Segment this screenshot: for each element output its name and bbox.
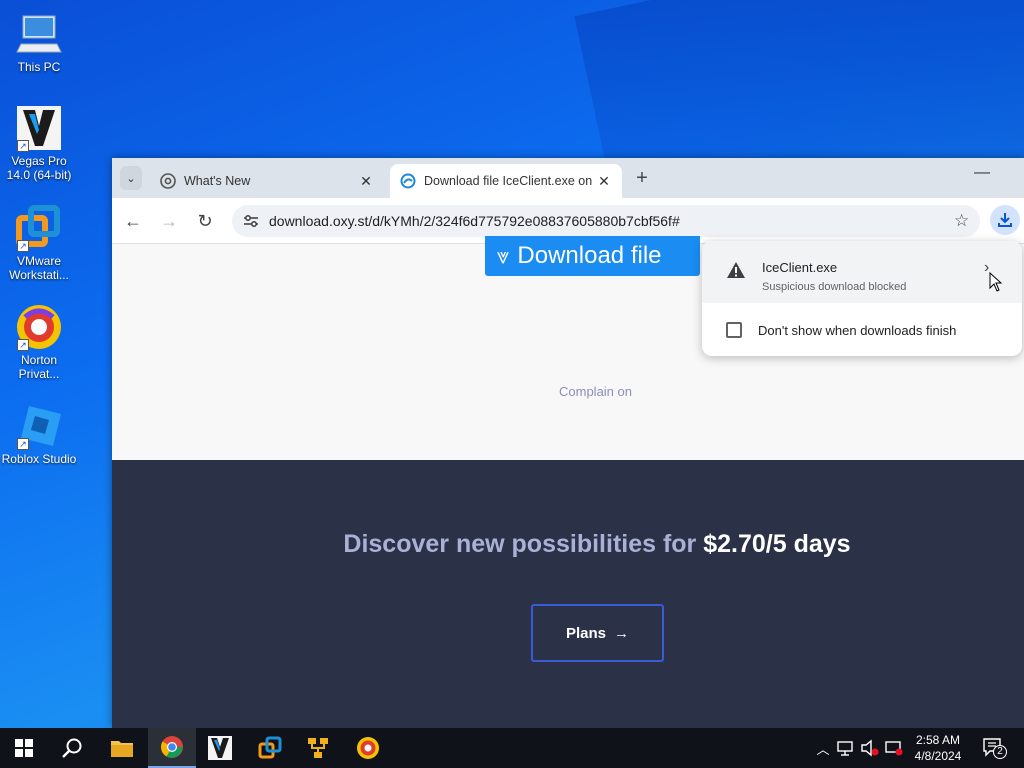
bookmark-star-icon[interactable]: ☆	[954, 211, 974, 231]
plans-button[interactable]: Plans →	[531, 604, 664, 662]
notification-count: 2	[997, 746, 1003, 757]
folder-icon	[111, 741, 133, 757]
download-icon	[998, 213, 1012, 227]
download-status: Suspicious download blocked	[762, 281, 907, 293]
desktop-icon-label: Roblox Studio	[1, 452, 77, 466]
taskbar-chrome[interactable]	[148, 728, 196, 768]
desktop-icon-norton[interactable]: ↗ Norton Privat...	[0, 303, 78, 381]
volume-muted-icon[interactable]	[860, 739, 880, 757]
plans-label: Plans	[565, 624, 607, 642]
chevron-up-icon[interactable]: ︿	[814, 739, 832, 758]
dont-show-option[interactable]: Don't show when downloads finish	[726, 322, 956, 338]
promo-heading: Discover new possibilities for $2.70/5 d…	[112, 530, 1024, 559]
computer-icon	[15, 10, 63, 58]
complain-link[interactable]: Complain on	[559, 384, 632, 399]
clock-time: 2:58 AM	[915, 733, 961, 747]
promo-price: $2.70/5 days	[703, 530, 851, 558]
new-tab-button[interactable]: +	[630, 167, 654, 190]
download-item[interactable]: IceClient.exe Suspicious download blocke…	[702, 241, 1022, 303]
desktop-icon-this-pc[interactable]: This PC	[0, 10, 78, 74]
arrow-right-icon: →	[614, 624, 630, 642]
desktop-icon-vegas-pro[interactable]: ↗ Vegas Pro 14.0 (64-bit)	[0, 104, 78, 182]
tab-strip: ⌄ What's New ✕ Download file IceClient.e…	[112, 158, 1024, 198]
download-filename: IceClient.exe	[762, 260, 838, 275]
vmware-icon	[258, 736, 282, 759]
action-center-button[interactable]: 2	[980, 736, 1008, 760]
desktop-icon-label: Norton Privat...	[18, 353, 60, 381]
tab-search-button[interactable]: ⌄	[120, 166, 142, 190]
tab-whats-new[interactable]: What's New ✕	[150, 164, 384, 198]
norton-browser-icon	[357, 737, 379, 759]
pricing-section: Discover new possibilities for $2.70/5 d…	[112, 460, 1024, 728]
desktop-icon-roblox-studio[interactable]: ↗ Roblox Studio	[0, 402, 78, 466]
taskbar-app-yellow[interactable]	[294, 728, 342, 768]
mouse-cursor-icon	[989, 272, 1003, 292]
clock-date: 4/8/2024	[914, 749, 962, 763]
taskbar: ︿ 2:58 AM 4/8/2024 2	[0, 728, 1024, 768]
desktop-icon-vmware[interactable]: ↗ VMware Workstati...	[0, 204, 78, 282]
network-app-icon	[308, 738, 328, 758]
oxy-icon	[400, 173, 416, 189]
forward-arrow-icon[interactable]: →	[158, 210, 180, 232]
dont-show-checkbox[interactable]	[726, 322, 742, 338]
taskbar-file-explorer[interactable]	[98, 728, 146, 768]
display-icon[interactable]	[884, 739, 904, 757]
vegas-pro-icon	[208, 736, 232, 760]
promo-text: Discover new possibilities for	[343, 530, 697, 558]
dont-show-label: Don't show when downloads finish	[758, 322, 957, 338]
download-file-button[interactable]: ⩔ Download file	[485, 236, 700, 276]
norton-browser-icon: ↗	[15, 303, 63, 351]
chrome-icon	[160, 173, 176, 189]
warning-icon	[727, 262, 745, 278]
downloads-button[interactable]	[990, 205, 1020, 235]
taskbar-vmware[interactable]	[246, 728, 294, 768]
url-text: download.oxy.st/d/kYMh/2/324f6d775792e08…	[269, 213, 680, 229]
tab-title: Download file IceClient.exe on	[424, 174, 593, 188]
desktop-icon-label: VMware Workstati...	[9, 254, 69, 282]
taskbar-clock[interactable]: 2:58 AM 4/8/2024	[906, 732, 970, 764]
reload-icon[interactable]: ↻	[194, 210, 216, 232]
tab-download-file[interactable]: Download file IceClient.exe on ✕	[390, 164, 622, 198]
network-icon[interactable]	[836, 739, 856, 757]
address-bar[interactable]: download.oxy.st/d/kYMh/2/324f6d775792e08…	[232, 205, 980, 237]
roblox-studio-icon: ↗	[15, 402, 63, 450]
vmware-icon: ↗	[15, 204, 63, 252]
search-button[interactable]	[48, 728, 96, 768]
site-settings-icon[interactable]	[242, 212, 260, 230]
close-icon[interactable]: ✕	[358, 173, 374, 190]
vegas-pro-icon: ↗	[15, 104, 63, 152]
back-arrow-icon[interactable]: ←	[122, 210, 144, 232]
taskbar-vegas-pro[interactable]	[196, 728, 244, 768]
download-bubble: IceClient.exe Suspicious download blocke…	[702, 241, 1022, 356]
desktop-icon-label: This PC	[17, 60, 61, 74]
download-file-label: Download file	[517, 242, 662, 269]
system-tray: ︿	[814, 728, 904, 768]
search-icon	[62, 738, 82, 758]
chrome-icon	[161, 736, 183, 758]
taskbar-norton[interactable]	[344, 728, 392, 768]
windows-logo-icon	[15, 739, 33, 757]
chevron-down-icon: ⌄	[126, 172, 136, 185]
close-icon[interactable]: ✕	[596, 173, 612, 190]
double-chevron-down-icon: ⩔	[497, 243, 510, 268]
desktop-icon-label: Vegas Pro 14.0 (64-bit)	[6, 154, 72, 182]
minimize-button[interactable]: —	[974, 164, 990, 182]
tab-title: What's New	[184, 174, 251, 188]
start-button[interactable]	[0, 728, 48, 768]
